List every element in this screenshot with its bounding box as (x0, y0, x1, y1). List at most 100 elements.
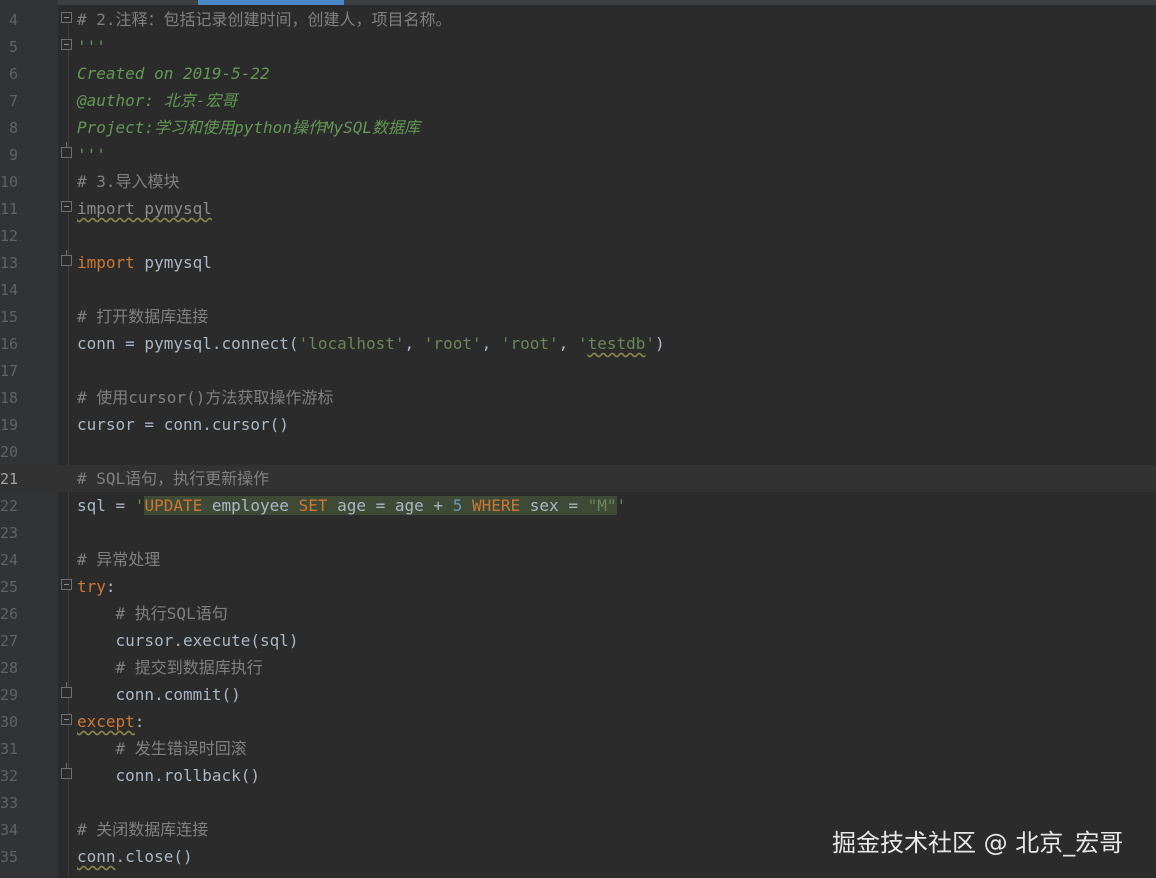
code-line[interactable]: 10 # 3.导入模块 (0, 168, 1156, 195)
line-number: 35 (0, 848, 19, 866)
line-number: 7 (8, 92, 18, 110)
fold-toggle-icon[interactable] (61, 579, 72, 590)
code-token: "M" (587, 496, 617, 515)
code-text[interactable]: ''' (77, 145, 106, 165)
code-editor[interactable]: 4 # 2.注释：包括记录创建时间，创建人，项目名称。 5 ''' 6 Created o… (0, 0, 1156, 878)
code-line[interactable]: 33 (0, 789, 1156, 816)
code-text[interactable]: # 打开数据库连接 (77, 307, 208, 327)
code-text[interactable]: cursor = conn.cursor() (77, 415, 289, 435)
code-line[interactable]: 24 # 异常处理 (0, 546, 1156, 573)
code-line[interactable]: 17 (0, 357, 1156, 384)
code-line[interactable]: 18 # 使用cursor()方法获取操作游标 (0, 384, 1156, 411)
code-text[interactable]: conn.rollback() (77, 766, 261, 786)
line-number: 5 (8, 38, 18, 56)
code-token: 5 (452, 496, 463, 515)
code-token: # 提交到数据库执行 (77, 658, 263, 677)
code-text[interactable]: # 2.注释：包括记录创建时间，创建人，项目名称。 (77, 10, 452, 30)
line-number: 23 (0, 524, 19, 542)
code-line[interactable]: 16 conn = pymysql.connect('localhost', 'r… (0, 330, 1156, 357)
fold-toggle-icon[interactable] (61, 39, 72, 50)
code-text[interactable]: Project:学习和使用python操作MySQL数据库 (77, 118, 420, 138)
fold-toggle-icon[interactable] (61, 142, 72, 158)
code-token: , (404, 334, 424, 353)
code-text[interactable]: cursor.execute(sql) (77, 631, 299, 651)
code-line[interactable]: 12 (0, 222, 1156, 249)
code-text[interactable]: # 执行SQL语句 (77, 604, 228, 624)
code-text[interactable]: # 发生错误时回滚 (77, 739, 247, 759)
code-line[interactable]: 14 (0, 276, 1156, 303)
editor-tab-strip (0, 0, 1156, 5)
fold-toggle-icon[interactable] (61, 201, 72, 212)
code-token: ' (134, 496, 145, 515)
line-number: 31 (0, 740, 19, 758)
code-text[interactable]: try: (77, 577, 116, 597)
code-line[interactable]: 7 @author: 北京-宏哥 (0, 87, 1156, 114)
code-token: .close() (115, 847, 193, 866)
code-text[interactable]: except: (77, 712, 144, 732)
code-token: # 3.导入模块 (77, 172, 180, 191)
code-text[interactable]: # 3.导入模块 (77, 172, 180, 192)
code-token: conn.commit() (77, 685, 241, 704)
code-line[interactable]: 13 import pymysql (0, 249, 1156, 276)
code-line[interactable]: 28 # 提交到数据库执行 (0, 654, 1156, 681)
code-line[interactable]: 9 ''' (0, 141, 1156, 168)
code-line[interactable]: 22 sql = 'UPDATE employee SET age = age +… (0, 492, 1156, 519)
line-number: 22 (0, 497, 19, 515)
fold-toggle-icon[interactable] (61, 12, 72, 23)
code-line[interactable]: 29 conn.commit() (0, 681, 1156, 708)
active-tab-indicator[interactable] (198, 0, 344, 5)
line-number: 20 (0, 443, 19, 461)
code-text[interactable]: # 关闭数据库连接 (77, 820, 208, 840)
code-line[interactable]: 23 (0, 519, 1156, 546)
code-text[interactable]: # 使用cursor()方法获取操作游标 (77, 388, 333, 408)
fold-toggle-icon[interactable] (61, 682, 72, 698)
fold-toggle-icon[interactable] (61, 250, 72, 266)
line-number: 27 (0, 632, 19, 650)
code-text[interactable]: ''' (77, 37, 106, 57)
code-text[interactable]: conn.commit() (77, 685, 241, 705)
code-line[interactable]: 20 (0, 438, 1156, 465)
code-text[interactable]: conn = pymysql.connect('localhost', 'roo… (77, 334, 665, 354)
code-line[interactable]: 19 cursor = conn.cursor() (0, 411, 1156, 438)
fold-toggle-icon[interactable] (61, 714, 72, 725)
code-token: ''' (77, 145, 106, 164)
code-line[interactable]: 26 # 执行SQL语句 (0, 600, 1156, 627)
line-number: 29 (0, 686, 19, 704)
line-number: 9 (8, 146, 18, 164)
code-text[interactable]: # 提交到数据库执行 (77, 658, 263, 678)
watermark: 掘金技术社区 @ 北京_宏哥 (832, 829, 1124, 857)
code-text[interactable]: # SQL语句，执行更新操作 (77, 469, 269, 489)
code-text[interactable]: sql = 'UPDATE employee SET age = age + 5… (77, 496, 626, 516)
code-line[interactable]: 6 Created on 2019-5-22 (0, 60, 1156, 87)
code-token: # 异常处理 (77, 550, 161, 569)
code-token: age = age + (327, 496, 453, 515)
code-text[interactable]: conn.close() (77, 847, 193, 867)
line-number: 17 (0, 362, 19, 380)
code-text[interactable]: import pymysql (77, 199, 212, 219)
code-text[interactable]: # 异常处理 (77, 550, 160, 570)
code-token: conn.rollback() (77, 766, 261, 785)
code-line[interactable]: 27 cursor.execute(sql) (0, 627, 1156, 654)
code-token (462, 496, 472, 515)
code-line[interactable]: 30 except: (0, 708, 1156, 735)
code-token: , (558, 334, 578, 353)
code-text[interactable]: Created on 2019-5-22 (77, 64, 270, 84)
code-line[interactable]: 11 import pymysql (0, 195, 1156, 222)
code-token: employee (202, 496, 299, 515)
code-line[interactable]: 15 # 打开数据库连接 (0, 303, 1156, 330)
fold-toggle-icon[interactable] (61, 763, 72, 779)
code-text[interactable]: import pymysql (77, 253, 212, 273)
code-line[interactable]: 21 # SQL语句，执行更新操作 (0, 465, 1156, 492)
line-number: 4 (8, 11, 18, 29)
code-line[interactable]: 25 try: (0, 573, 1156, 600)
code-line[interactable]: 31 # 发生错误时回滚 (0, 735, 1156, 762)
code-line[interactable]: 5 ''' (0, 33, 1156, 60)
code-line[interactable]: 32 conn.rollback() (0, 762, 1156, 789)
line-number: 11 (0, 200, 19, 218)
code-line[interactable]: 8 Project:学习和使用python操作MySQL数据库 (0, 114, 1156, 141)
line-number: 10 (0, 173, 19, 191)
code-line[interactable]: 4 # 2.注释：包括记录创建时间，创建人，项目名称。 (0, 6, 1156, 33)
line-number: 24 (0, 551, 19, 569)
code-text[interactable]: @author: 北京-宏哥 (77, 91, 237, 111)
code-token: sex = (520, 496, 588, 515)
